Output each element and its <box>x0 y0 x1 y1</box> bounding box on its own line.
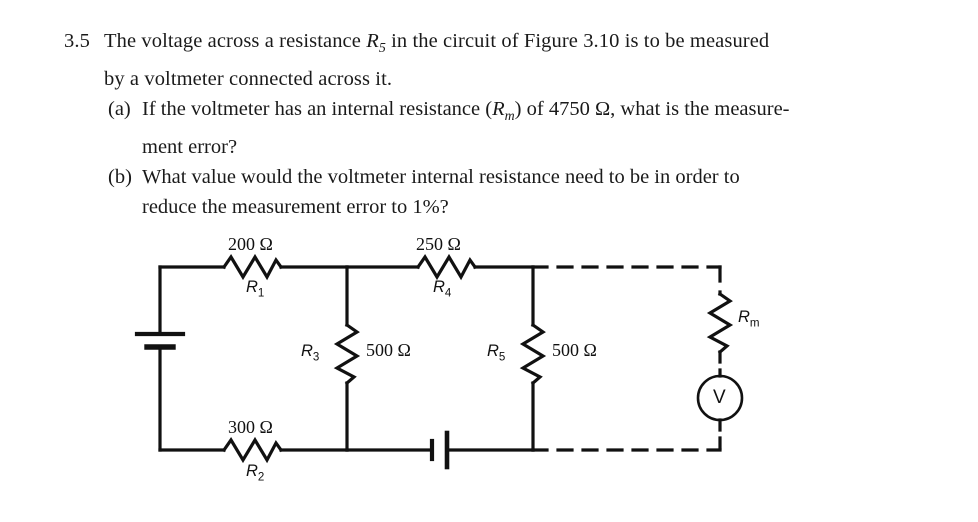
rm-variable-sub: m <box>504 109 515 125</box>
label-R1-name: R1 <box>246 278 264 299</box>
problem-line-1: 3.5 The voltage across a resistance R5 i… <box>64 26 944 64</box>
problem-line-2-text: by a voltmeter connected across it. <box>104 68 393 91</box>
label-R2-sub: 2 <box>257 471 265 484</box>
label-R3-name: R3 <box>301 342 319 363</box>
r5-variable: R5 <box>366 30 386 56</box>
label-R5-name: R5 <box>487 342 505 363</box>
rm-variable: Rm <box>492 98 515 124</box>
problem-line-2: by a voltmeter connected across it. <box>64 64 944 94</box>
part-a-continuation: ment error? <box>142 136 238 159</box>
resistor-R5-zigzag <box>519 322 547 386</box>
resistor-Rm-zigzag <box>706 291 734 355</box>
part-a-text: If the voltmeter has an internal resista… <box>142 94 944 132</box>
problem-number: 3.5 <box>64 30 90 52</box>
label-R5-sub: 5 <box>498 351 506 364</box>
problem-line-1-post: in the circuit of Figure 3.10 is to be m… <box>385 30 770 52</box>
part-b-tag: (b) <box>108 166 132 189</box>
part-b-text: What value would the voltmeter internal … <box>142 166 740 189</box>
label-R1-sub: 1 <box>257 287 265 300</box>
label-R3-value: 500 Ω <box>366 340 411 360</box>
part-a-tag: (a) <box>108 98 131 121</box>
r5-variable-sub: 5 <box>378 41 386 57</box>
label-R4-value: 250 Ω <box>416 234 461 254</box>
problem-line-1-pre: The voltage across a resistance <box>104 30 367 52</box>
problem-line-1-text: The voltage across a resistance R5 in th… <box>104 26 944 64</box>
label-R2-value: 300 Ω <box>228 417 273 437</box>
problem-statement: 3.5 The voltage across a resistance R5 i… <box>64 26 944 222</box>
resistor-R1-zigzag <box>221 253 284 281</box>
label-voltmeter-symbol: V <box>713 387 726 408</box>
r5-variable-letter: R <box>366 30 379 52</box>
part-a-post: ) of 4750 Ω, what is the measure- <box>514 98 790 121</box>
resistor-R4-zigzag <box>415 253 478 281</box>
label-R3-sub: 3 <box>312 351 320 364</box>
label-R3-letter: R <box>301 342 313 360</box>
page-root: 3.5 The voltage across a resistance R5 i… <box>0 0 978 522</box>
problem-part-b: (b) What value would the voltmeter inter… <box>108 162 944 192</box>
label-Rm-sub: m <box>749 317 760 330</box>
label-Rm-letter: R <box>738 308 750 326</box>
problem-part-a: (a) If the voltmeter has an internal res… <box>108 94 944 132</box>
label-R5-value: 500 Ω <box>552 340 597 360</box>
label-Rm-name: Rm <box>738 308 760 329</box>
label-R2-letter: R <box>246 462 258 480</box>
label-R4-name: R4 <box>433 278 451 299</box>
label-R5-letter: R <box>487 342 499 360</box>
label-R4-letter: R <box>433 278 445 296</box>
label-R2-name: R2 <box>246 462 264 483</box>
label-R4-sub: 4 <box>444 287 452 300</box>
part-a-pre: If the voltmeter has an internal resista… <box>142 98 493 121</box>
circuit-figure: 200 Ω R1 250 Ω R4 300 Ω R2 R3 500 Ω R5 5… <box>0 212 978 512</box>
label-R1-letter: R <box>246 278 258 296</box>
label-R1-value: 200 Ω <box>228 234 273 254</box>
rm-variable-letter: R <box>492 98 505 121</box>
resistor-R3-zigzag <box>333 322 361 386</box>
resistor-R2-zigzag <box>221 436 284 464</box>
